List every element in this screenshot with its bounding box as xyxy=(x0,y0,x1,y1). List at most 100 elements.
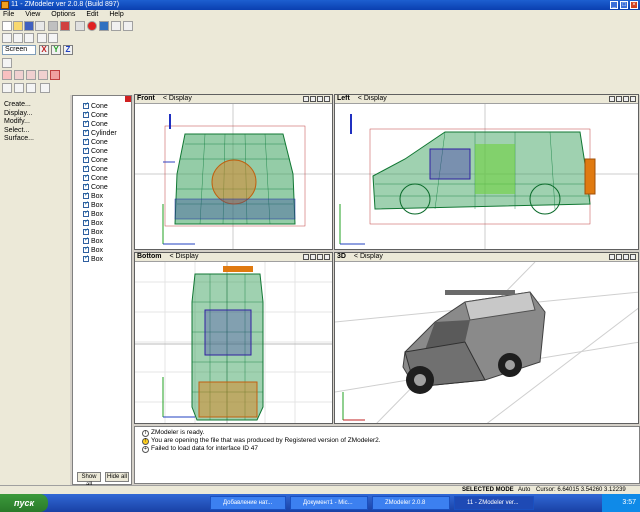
close-icon[interactable] xyxy=(125,96,131,102)
select-vertex-icon[interactable] xyxy=(2,70,12,80)
visibility-checkbox[interactable] xyxy=(83,119,89,128)
menu-edit[interactable]: Edit xyxy=(86,11,98,18)
visibility-checkbox[interactable] xyxy=(83,209,89,218)
show-all-button[interactable]: Show all xyxy=(77,472,101,488)
object-list-item[interactable]: Box xyxy=(83,254,104,264)
merge-icon[interactable] xyxy=(35,21,45,31)
start-button[interactable]: пуск xyxy=(0,494,48,512)
visibility-checkbox[interactable] xyxy=(83,146,89,155)
visibility-checkbox[interactable] xyxy=(83,182,89,191)
hide-all-button[interactable]: Hide all xyxy=(105,472,129,482)
log-line: You are opening the file that was produc… xyxy=(151,437,381,444)
taskbar-item[interactable]: Документ1 - Mic... xyxy=(290,496,368,510)
info-icon: i xyxy=(142,430,149,437)
new-file-icon[interactable] xyxy=(2,21,12,31)
cut-icon[interactable] xyxy=(48,21,58,31)
move-axes-icon[interactable] xyxy=(13,33,23,43)
maximize-viewport-icon[interactable] xyxy=(630,96,636,102)
minimize-button[interactable]: _ xyxy=(610,1,618,9)
visibility-checkbox[interactable] xyxy=(83,218,89,227)
zoom-icon[interactable] xyxy=(609,254,615,260)
close-button[interactable]: × xyxy=(630,1,638,9)
taskbar-item[interactable]: 11 - ZModeler ver... xyxy=(454,496,534,510)
rotate-icon[interactable] xyxy=(623,96,629,102)
display-menu[interactable]: < Display xyxy=(163,253,198,260)
maximize-button[interactable]: □ xyxy=(620,1,628,9)
visibility-checkbox[interactable] xyxy=(83,245,89,254)
command-display[interactable]: Display... xyxy=(0,110,70,119)
select-face-icon[interactable] xyxy=(26,70,36,80)
axis-x-button[interactable]: X xyxy=(39,45,49,55)
visibility-checkbox[interactable] xyxy=(83,110,89,119)
weld-icon[interactable] xyxy=(14,83,24,93)
delete-icon[interactable] xyxy=(37,33,47,43)
coord-mode-select[interactable]: Screen xyxy=(2,45,36,55)
display-menu[interactable]: < Display xyxy=(352,95,387,102)
command-create[interactable]: Create... xyxy=(0,101,70,110)
select-edge-icon[interactable] xyxy=(14,70,24,80)
zoom-icon[interactable] xyxy=(303,254,309,260)
viewport-left[interactable]: Left < Display xyxy=(334,94,639,250)
visibility-checkbox[interactable] xyxy=(83,128,89,137)
menu-help[interactable]: Help xyxy=(109,11,123,18)
viewport-header: Bottom < Display xyxy=(135,253,332,262)
record-icon[interactable] xyxy=(87,21,97,31)
display-menu[interactable]: < Display xyxy=(348,253,383,260)
rotate-icon[interactable] xyxy=(317,96,323,102)
display-menu[interactable]: < Display xyxy=(157,95,192,102)
check-icon[interactable] xyxy=(2,33,12,43)
viewport-bottom[interactable]: Bottom < Display xyxy=(134,252,333,424)
command-surface[interactable]: Surface... xyxy=(0,135,70,144)
undo-icon[interactable] xyxy=(60,21,70,31)
paste-icon[interactable] xyxy=(123,21,133,31)
scale-axes-icon[interactable] xyxy=(24,33,34,43)
object-name: Box xyxy=(91,256,104,263)
pan-icon[interactable] xyxy=(616,254,622,260)
select-object-icon[interactable] xyxy=(38,70,48,80)
command-modify[interactable]: Modify... xyxy=(0,118,70,127)
visibility-checkbox[interactable] xyxy=(83,137,89,146)
visibility-checkbox[interactable] xyxy=(83,200,89,209)
split-icon[interactable] xyxy=(2,83,12,93)
pan-icon[interactable] xyxy=(310,254,316,260)
copy-icon[interactable] xyxy=(111,21,121,31)
axis-z-button[interactable]: Z xyxy=(63,45,73,55)
expand-icon[interactable]: + xyxy=(142,446,149,453)
visibility-checkbox[interactable] xyxy=(83,173,89,182)
axis-y-button[interactable]: Y xyxy=(51,45,61,55)
maximize-viewport-icon[interactable] xyxy=(630,254,636,260)
taskbar-item[interactable]: Добавление нат... xyxy=(210,496,286,510)
viewport-3d[interactable]: 3D < Display xyxy=(334,252,639,424)
rotate-icon[interactable] xyxy=(317,254,323,260)
visibility-checkbox[interactable] xyxy=(83,164,89,173)
maximize-viewport-icon[interactable] xyxy=(324,254,330,260)
command-select[interactable]: Select... xyxy=(0,127,70,136)
menu-file[interactable]: File xyxy=(3,11,14,18)
pivot-icon[interactable] xyxy=(2,58,12,68)
visibility-checkbox[interactable] xyxy=(83,227,89,236)
select-all-mode-icon[interactable] xyxy=(50,70,60,80)
pan-icon[interactable] xyxy=(616,96,622,102)
object-name: Box xyxy=(91,220,104,227)
maximize-viewport-icon[interactable] xyxy=(324,96,330,102)
visibility-checkbox[interactable] xyxy=(83,236,89,245)
rotate-icon[interactable] xyxy=(623,254,629,260)
redo-icon[interactable] xyxy=(75,21,85,31)
menu-options[interactable]: Options xyxy=(51,11,75,18)
render-icon[interactable] xyxy=(99,21,109,31)
pan-icon[interactable] xyxy=(310,96,316,102)
taskbar-item[interactable]: ZModeler 2.0.8 xyxy=(372,496,450,510)
open-folder-icon[interactable] xyxy=(13,21,23,31)
dropdown-tool-icon[interactable] xyxy=(40,83,50,93)
paint-icon[interactable] xyxy=(26,83,36,93)
viewport-front[interactable]: Front < Display xyxy=(134,94,333,250)
visibility-checkbox[interactable] xyxy=(83,101,89,110)
menu-view[interactable]: View xyxy=(25,11,40,18)
visibility-checkbox[interactable] xyxy=(83,155,89,164)
visibility-checkbox[interactable] xyxy=(83,191,89,200)
zoom-icon[interactable] xyxy=(303,96,309,102)
select-all-icon[interactable] xyxy=(48,33,58,43)
visibility-checkbox[interactable] xyxy=(83,254,89,263)
zoom-icon[interactable] xyxy=(609,96,615,102)
save-icon[interactable] xyxy=(24,21,34,31)
